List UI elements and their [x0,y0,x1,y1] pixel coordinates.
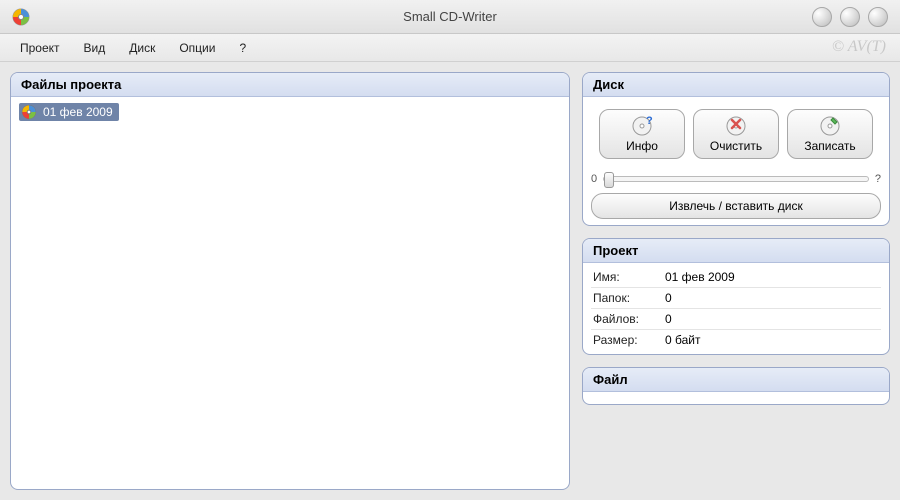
window-title: Small CD-Writer [0,9,900,24]
minimize-button[interactable] [812,7,832,27]
menubar: Проект Вид Диск Опции ? © AV(T) [0,34,900,62]
project-files-title: Файлы проекта [11,73,569,97]
eject-button-label: Извлечь / вставить диск [669,199,802,213]
menu-view[interactable]: Вид [74,37,116,59]
clear-button[interactable]: Очистить [693,109,779,159]
right-column: Диск ? Инфо [582,72,890,490]
project-label-files: Файлов: [593,312,665,326]
write-button[interactable]: Записать [787,109,873,159]
disc-panel: Диск ? Инфо [582,72,890,226]
tree-root-item[interactable]: 01 фев 2009 [19,103,119,121]
watermark: © AV(T) [832,38,886,56]
project-label-folders: Папок: [593,291,665,305]
file-panel-title: Файл [583,368,889,392]
eject-button[interactable]: Извлечь / вставить диск [591,193,881,219]
disc-icon [21,104,37,120]
project-label-name: Имя: [593,270,665,284]
file-panel: Файл [582,367,890,405]
info-button-label: Инфо [626,139,658,153]
project-row-size: Размер: 0 байт [591,330,881,350]
disc-panel-title: Диск [583,73,889,97]
svg-text:?: ? [646,115,653,127]
menu-options[interactable]: Опции [169,37,225,59]
project-files-panel: Файлы проекта 01 фев 2009 [10,72,570,490]
project-panel-title: Проект [583,239,889,263]
disc-write-icon [819,115,841,137]
menu-help[interactable]: ? [229,37,256,59]
project-value-files: 0 [665,312,672,326]
menu-project[interactable]: Проект [10,37,70,59]
tree-root-label: 01 фев 2009 [43,105,113,119]
slider-max-label: ? [875,173,881,185]
left-column: Файлы проекта 01 фев 2009 [10,72,570,490]
project-value-size: 0 байт [665,333,700,347]
project-row-name: Имя: 01 фев 2009 [591,267,881,288]
capacity-slider[interactable] [603,176,869,182]
slider-thumb[interactable] [604,172,614,188]
info-button[interactable]: ? Инфо [599,109,685,159]
project-row-folders: Папок: 0 [591,288,881,309]
project-value-name: 01 фев 2009 [665,270,735,284]
capacity-slider-row: 0 ? [591,173,881,185]
slider-min-label: 0 [591,173,597,185]
clear-button-label: Очистить [710,139,762,153]
app-icon [12,8,30,26]
content: Файлы проекта 01 фев 2009 [0,62,900,500]
project-value-folders: 0 [665,291,672,305]
write-button-label: Записать [804,139,855,153]
disc-clear-icon [725,115,747,137]
disc-info-icon: ? [631,115,653,137]
menu-disc[interactable]: Диск [119,37,165,59]
project-panel: Проект Имя: 01 фев 2009 Папок: 0 Файлов:… [582,238,890,355]
project-label-size: Размер: [593,333,665,347]
project-files-tree[interactable]: 01 фев 2009 [11,97,569,489]
file-panel-body [583,392,889,404]
maximize-button[interactable] [840,7,860,27]
titlebar: Small CD-Writer [0,0,900,34]
close-button[interactable] [868,7,888,27]
project-row-files: Файлов: 0 [591,309,881,330]
window-controls [812,7,888,27]
disc-button-row: ? Инфо [591,109,881,159]
